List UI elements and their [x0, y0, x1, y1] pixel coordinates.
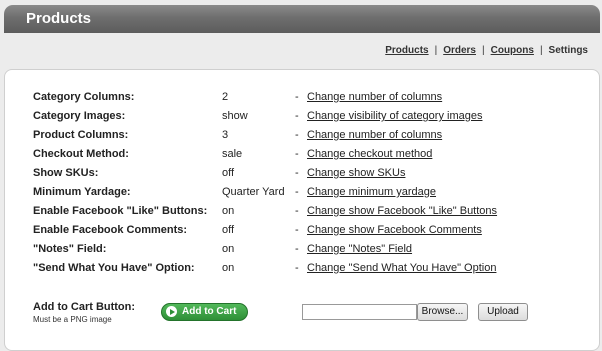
setting-value: on [222, 243, 235, 255]
setting-label: Enable Facebook Comments: [33, 224, 188, 236]
subnav-separator: | [434, 45, 438, 56]
page-title: Products [26, 10, 92, 27]
add-to-cart-sublabel: Must be a PNG image [33, 315, 112, 324]
setting-dash: - [295, 186, 299, 198]
add-to-cart-button-label: Add to Cart [182, 306, 237, 317]
setting-label: "Send What You Have" Option: [33, 262, 195, 274]
setting-value: 3 [222, 129, 229, 141]
setting-dash: - [295, 91, 299, 103]
subnav-settings-current: Settings [548, 45, 588, 56]
setting-label: Minimum Yardage: [33, 186, 131, 198]
subnav-separator: | [482, 45, 485, 56]
change-send-what-you-have-link[interactable]: Change "Send What You Have" Option [307, 262, 496, 274]
change-checkout-method-link[interactable]: Change checkout method [307, 148, 432, 160]
change-facebook-comments-link[interactable]: Change show Facebook Comments [307, 224, 482, 236]
setting-label: Category Columns: [33, 91, 135, 103]
add-to-cart-preview-button[interactable]: Add to Cart [161, 303, 248, 321]
setting-label: Product Columns: [33, 129, 129, 141]
settings-panel: Category Columns: 2 - Change number of c… [4, 69, 600, 351]
change-category-columns-link[interactable]: Change number of columns [307, 91, 442, 103]
setting-value: sale [222, 148, 243, 160]
setting-dash: - [295, 110, 299, 122]
setting-value: on [222, 262, 235, 274]
change-facebook-like-link[interactable]: Change show Facebook "Like" Buttons [307, 205, 497, 217]
page-header: Products [4, 5, 600, 33]
change-minimum-yardage-link[interactable]: Change minimum yardage [307, 186, 436, 198]
subnav-orders-link[interactable]: Orders [443, 45, 476, 56]
add-to-cart-label: Add to Cart Button: [33, 301, 136, 313]
file-path-input[interactable] [302, 304, 417, 320]
subnav-products-link[interactable]: Products [385, 45, 428, 56]
setting-dash: - [295, 243, 299, 255]
setting-dash: - [295, 129, 299, 141]
setting-label: Checkout Method: [33, 148, 129, 160]
subnav-coupons-link[interactable]: Coupons [491, 45, 534, 56]
play-icon [166, 306, 177, 317]
change-product-columns-link[interactable]: Change number of columns [307, 129, 442, 141]
setting-label: "Notes" Field: [33, 243, 107, 255]
sub-navigation: Products | Orders | Coupons | Settings [385, 45, 588, 56]
setting-dash: - [295, 205, 299, 217]
setting-dash: - [295, 224, 299, 236]
setting-dash: - [295, 167, 299, 179]
setting-value: show [222, 110, 248, 122]
setting-dash: - [295, 148, 299, 160]
setting-label: Show SKUs: [33, 167, 99, 179]
browse-button[interactable]: Browse... [417, 303, 468, 321]
change-notes-field-link[interactable]: Change "Notes" Field [307, 243, 412, 255]
setting-value: off [222, 224, 235, 236]
upload-button[interactable]: Upload [478, 303, 528, 321]
subnav-separator: | [539, 45, 543, 56]
setting-dash: - [295, 262, 299, 274]
change-show-skus-link[interactable]: Change show SKUs [307, 167, 405, 179]
change-category-images-link[interactable]: Change visibility of category images [307, 110, 482, 122]
setting-value: on [222, 205, 235, 217]
setting-value: off [222, 167, 235, 179]
setting-value: 2 [222, 91, 229, 103]
setting-label: Enable Facebook "Like" Buttons: [33, 205, 208, 217]
setting-value: Quarter Yard [222, 186, 285, 198]
setting-label: Category Images: [33, 110, 126, 122]
